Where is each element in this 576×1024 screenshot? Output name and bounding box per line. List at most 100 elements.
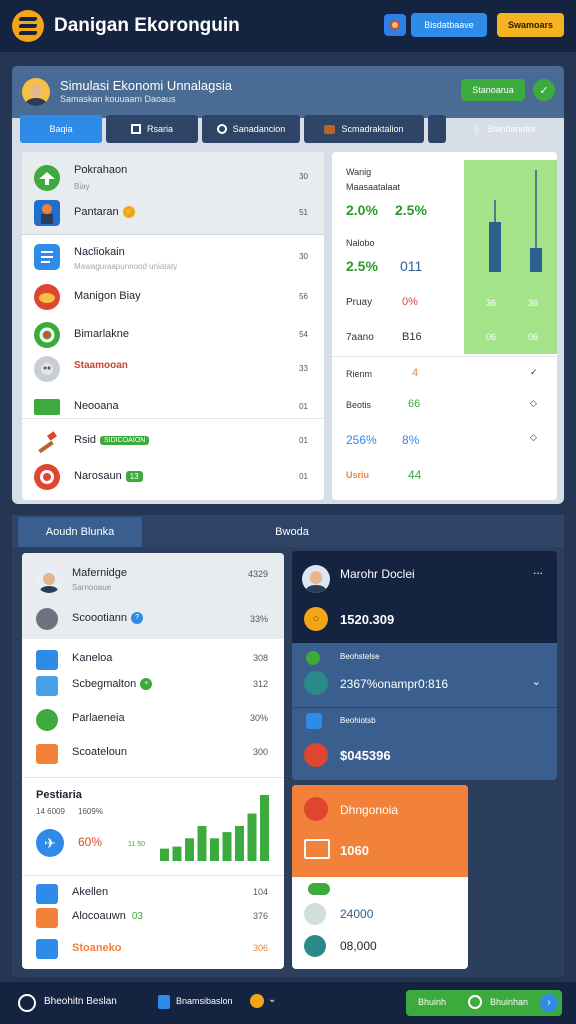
list-item[interactable]: Rsid SIDICOAION 01: [22, 424, 324, 456]
refresh-icon: [304, 671, 328, 695]
chevron-down-icon[interactable]: ⌄: [532, 675, 541, 688]
plane-icon: ✈: [36, 829, 64, 857]
briefcase-icon: [324, 124, 336, 134]
check-icon[interactable]: ✓: [533, 79, 555, 101]
worker-icon: [34, 200, 60, 226]
list-item[interactable]: Alocoauwn 03 376: [22, 905, 284, 931]
orange-summary-card: Dhngonoia 1060 24000 08,000: [292, 785, 468, 969]
toggle-icon[interactable]: [308, 883, 330, 895]
bottom-action-button[interactable]: Bhuinh Bhuinhan ›: [406, 990, 562, 1016]
account-name: Marohr Doclei: [340, 567, 415, 581]
panel-action-button[interactable]: Stanoarua: [461, 79, 525, 101]
bottom-mid-label[interactable]: Bnamsibaslon: [176, 996, 233, 1006]
list-item-value: 308: [252, 653, 268, 663]
document-icon: [34, 244, 60, 270]
notification-icon[interactable]: [384, 14, 406, 36]
mini-chart-sub: 1609%: [78, 807, 103, 816]
chevron-down-icon[interactable]: ⌄: [268, 994, 276, 1005]
tab-stanbanetor[interactable]: Stanbanetor: [450, 115, 560, 143]
list-item[interactable]: Pokrahaon Biay 30: [22, 160, 324, 196]
list-item[interactable]: Bimarlakne 54: [22, 318, 324, 352]
list-item-label: Narosaun: [74, 470, 122, 482]
app-logo-icon[interactable]: [12, 10, 44, 42]
header-yellow-button[interactable]: Swamoars: [497, 13, 564, 37]
rocket-icon: [304, 743, 328, 767]
list-item-label: Neooana: [74, 400, 119, 412]
list-item[interactable]: Pantaran ○ 51: [22, 196, 324, 230]
hammer-icon: [34, 428, 60, 454]
tab-rsaria[interactable]: Rsaria: [106, 115, 198, 143]
status-badge: 13: [125, 470, 143, 482]
mini-bar: [197, 825, 207, 861]
list-item-label: Parlaeneia: [72, 712, 125, 724]
list-item[interactable]: Stoaneko 306: [22, 937, 284, 963]
trend-label: 256%: [346, 433, 377, 447]
list-item-label: Pokrahaon: [74, 164, 128, 176]
list-item[interactable]: Kaneloa 308: [22, 647, 284, 673]
list-item[interactable]: Manigon Biay 56: [22, 280, 324, 314]
panel-header: Simulasi Ekonomi Unnalagsia Samaskan kou…: [12, 66, 564, 118]
trend-label: Usriu: [346, 470, 370, 480]
tab-spacer[interactable]: [428, 115, 446, 143]
more-icon[interactable]: ...: [533, 563, 543, 577]
list-item[interactable]: Staamooan 33: [22, 352, 324, 386]
bank-icon: [304, 797, 328, 821]
handshake-icon: [34, 284, 60, 310]
trend-value: 44: [408, 468, 422, 482]
stat-value: 0%: [402, 296, 418, 308]
orange-value: 08,000: [340, 939, 377, 953]
list-item-value: 01: [299, 436, 308, 445]
header-blue-button[interactable]: Bisdatbaave: [411, 13, 487, 37]
divider: [292, 707, 557, 708]
list-item[interactable]: Parlaeneia 30%: [22, 707, 284, 733]
list-item-value: 54: [299, 330, 308, 339]
list-item-sub: Biay: [74, 182, 90, 191]
trend-label: Rienm: [346, 369, 373, 379]
list-item[interactable]: Scbegmalton + 312: [22, 673, 284, 699]
tab-bwoda[interactable]: Bwoda: [242, 517, 342, 547]
tab-baqia[interactable]: Baqia: [20, 115, 102, 143]
divider: [22, 875, 284, 876]
mini-bar-chart: [160, 795, 269, 861]
panel-title: Simulasi Ekonomi Unnalagsia: [60, 78, 232, 93]
list-item-value: 4329: [247, 569, 268, 579]
list-item-value: 312: [252, 679, 268, 689]
stat-value: 2.0%: [346, 202, 378, 218]
tab-scmadraktalion[interactable]: Scmadraktalion: [304, 115, 424, 143]
package-icon: [36, 908, 58, 928]
diamond-icon[interactable]: ◇: [530, 398, 537, 409]
globe-icon[interactable]: [18, 994, 36, 1012]
smile-icon[interactable]: [250, 994, 264, 1008]
list-item-label: Rsid: [74, 434, 97, 446]
chevron-right-icon: ›: [540, 994, 558, 1012]
coins-icon: [34, 356, 60, 382]
tab-sanadancion[interactable]: Sanadancion: [202, 115, 300, 143]
monitor-icon: [36, 884, 58, 904]
mini-bar: [222, 832, 232, 861]
list-item[interactable]: Akellen 104: [22, 881, 284, 907]
list-item-value: 30: [299, 252, 308, 261]
candlestick-chart: [489, 170, 542, 272]
list-item-value: 104: [252, 887, 268, 897]
account-row-label: Beohstelse: [340, 652, 380, 661]
list-item-value: 306: [252, 943, 268, 953]
file-icon: [158, 995, 170, 1009]
mini-bar: [210, 838, 219, 861]
tab-aoudn[interactable]: Aoudn Blunka: [18, 517, 142, 547]
check-icon[interactable]: ✓: [530, 367, 538, 378]
trend-value: 66: [408, 398, 421, 410]
diamond-icon[interactable]: ◇: [530, 432, 537, 443]
list-item[interactable]: Narosaun 13 01: [22, 460, 324, 494]
app-title: Danigan Ekoronguin: [54, 15, 240, 36]
list-item[interactable]: Scoateloun 300: [22, 741, 284, 767]
chart-label: 36: [486, 298, 497, 308]
square-icon: [130, 124, 141, 134]
tab-label: Scmadraktalion: [341, 124, 404, 134]
list-item-value: 01: [299, 472, 308, 481]
list-item[interactable]: Scoootiann? 33%: [22, 605, 284, 635]
list-item[interactable]: Nacliokain Mawaguraapunnood uniataty 30: [22, 240, 324, 276]
list-item-label: Staamooan: [74, 360, 128, 371]
bottom-left-label[interactable]: Bheohitn Beslan: [44, 996, 117, 1007]
list-item[interactable]: Neooana 01: [22, 392, 324, 422]
list-item[interactable]: Mafernidge Sarnooaue 4329: [22, 561, 284, 601]
